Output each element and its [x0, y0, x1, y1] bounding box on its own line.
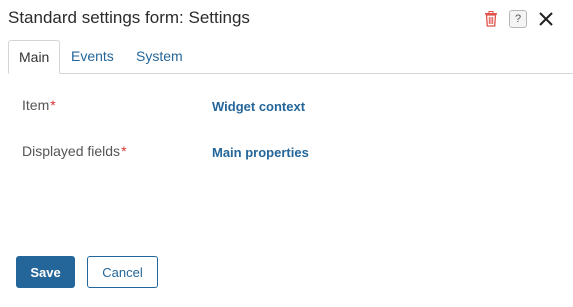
displayed-fields-value-link[interactable]: Main properties [212, 145, 309, 160]
settings-dialog: Standard settings form: Settings ? Main … [0, 0, 573, 307]
required-mark: * [121, 143, 127, 159]
item-label: Item* [22, 97, 56, 113]
help-icon-glyph: ? [514, 13, 522, 25]
dialog-title: Standard settings form: Settings [8, 8, 250, 27]
help-icon[interactable]: ? [509, 10, 527, 28]
tab-bar: Main Events System [8, 40, 573, 74]
tab-events[interactable]: Events [61, 40, 124, 72]
item-value-link[interactable]: Widget context [212, 99, 305, 114]
close-icon[interactable] [537, 10, 555, 28]
displayed-fields-label-text: Displayed fields [22, 143, 121, 159]
cancel-button[interactable]: Cancel [87, 256, 158, 288]
tab-system[interactable]: System [126, 40, 193, 72]
trash-icon[interactable] [483, 10, 499, 28]
required-mark: * [50, 97, 56, 113]
title-actions: ? [483, 10, 555, 28]
save-button[interactable]: Save [16, 256, 75, 288]
tab-main[interactable]: Main [8, 40, 61, 74]
displayed-fields-label: Displayed fields* [22, 143, 127, 159]
item-label-text: Item [22, 97, 50, 113]
